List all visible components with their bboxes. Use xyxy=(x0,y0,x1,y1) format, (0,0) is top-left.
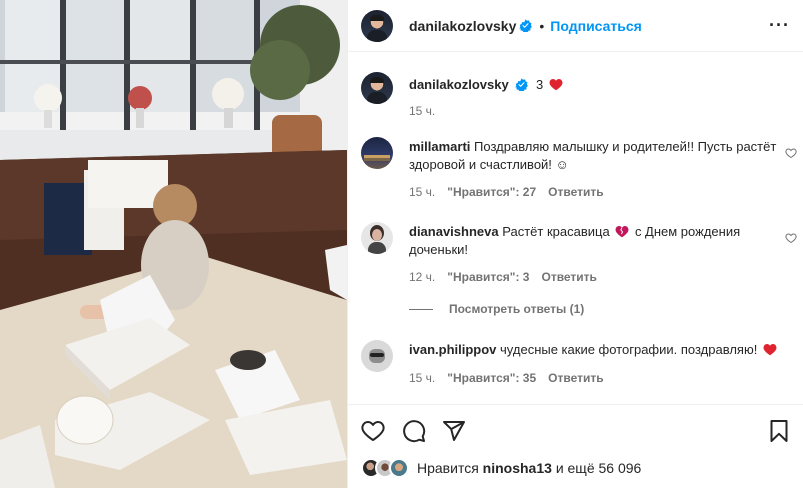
post-header: danilakozlovsky • Подписаться ··· xyxy=(348,0,803,52)
comment-like-heart-icon[interactable] xyxy=(785,147,797,159)
reply-button[interactable]: Ответить xyxy=(548,369,603,387)
comments-list: danilakozlovsky 3 15 ч. millamarti Поздр… xyxy=(348,52,803,404)
more-options-icon[interactable]: ··· xyxy=(769,16,790,34)
heart-outline-icon[interactable] xyxy=(361,419,385,443)
caption-time[interactable]: 15 ч. xyxy=(409,102,435,120)
photo-illustration xyxy=(0,0,347,488)
comment-item: millamarti Поздравляю малышку и родителе… xyxy=(361,137,801,201)
reply-button[interactable]: Ответить xyxy=(541,268,596,286)
verified-badge-icon xyxy=(515,78,529,91)
reply-button[interactable]: Ответить xyxy=(548,183,603,201)
verified-badge-icon xyxy=(519,19,533,32)
red-heart-emoji-icon xyxy=(549,78,563,91)
header-separator: • xyxy=(539,17,545,34)
view-replies-label: Посмотреть ответы (1) xyxy=(449,302,585,316)
view-replies-button[interactable]: Посмотреть ответы (1) xyxy=(409,302,584,316)
comment-time[interactable]: 15 ч. xyxy=(409,369,435,387)
likes-suffix[interactable]: и ещё 56 096 xyxy=(556,460,642,476)
bookmark-icon[interactable] xyxy=(767,419,791,443)
comment-likes[interactable]: "Нравится": 3 xyxy=(447,268,529,286)
commenter-avatar[interactable] xyxy=(361,222,393,254)
liker-avatar[interactable] xyxy=(389,458,409,478)
paper-plane-icon[interactable] xyxy=(442,419,466,443)
comment-item: dianavishneva Растёт красавица с Днем ро… xyxy=(361,222,801,286)
caption-username[interactable]: danilakozlovsky xyxy=(409,77,509,92)
commenter-username[interactable]: dianavishneva xyxy=(409,224,499,239)
caption: danilakozlovsky 3 15 ч. xyxy=(361,72,801,120)
post-photo[interactable] xyxy=(0,0,347,488)
broken-heart-emoji-icon xyxy=(615,225,629,238)
comment-text: чудесные какие фотографии. поздравляю! xyxy=(500,342,758,357)
comment-item: ivan.philippov чудесные какие фотографии… xyxy=(361,340,801,387)
commenter-username[interactable]: millamarti xyxy=(409,139,470,154)
post-actions-bar xyxy=(348,404,803,456)
post-panel: danilakozlovsky • Подписаться ··· danila… xyxy=(347,0,803,488)
commenter-username[interactable]: ivan.philippov xyxy=(409,342,496,357)
comment-time[interactable]: 12 ч. xyxy=(409,268,435,286)
comment-text-part1: Растёт красавица xyxy=(502,224,610,239)
comment-likes[interactable]: "Нравится": 27 xyxy=(447,183,536,201)
comment-time[interactable]: 15 ч. xyxy=(409,183,435,201)
caption-text: 3 xyxy=(535,77,544,92)
commenter-avatar[interactable] xyxy=(361,340,393,372)
likes-text[interactable]: Нравится ninosha13 и ещё 56 096 xyxy=(417,460,641,476)
likes-summary: Нравится ninosha13 и ещё 56 096 xyxy=(361,458,641,478)
author-avatar[interactable] xyxy=(361,9,393,42)
commenter-avatar[interactable] xyxy=(361,137,393,169)
likes-prefix: Нравится xyxy=(417,460,479,476)
author-username[interactable]: danilakozlovsky xyxy=(409,18,516,34)
replies-divider-line xyxy=(409,308,433,310)
likes-username[interactable]: ninosha13 xyxy=(483,460,552,476)
caption-avatar[interactable] xyxy=(361,72,393,104)
comment-bubble-icon[interactable] xyxy=(402,419,426,443)
comment-like-heart-icon[interactable] xyxy=(785,232,797,244)
red-heart-emoji-icon xyxy=(763,343,777,356)
comment-likes[interactable]: "Нравится": 35 xyxy=(447,369,536,387)
follow-button[interactable]: Подписаться xyxy=(550,18,642,34)
